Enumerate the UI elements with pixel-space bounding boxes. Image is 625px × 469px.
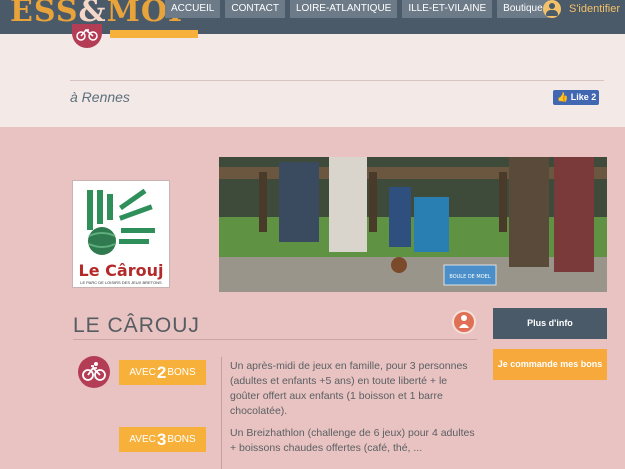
more-info-button[interactable]: Plus d'info bbox=[493, 308, 607, 339]
bike-icon bbox=[72, 24, 102, 48]
photo-sign-text: BOULE DE MOEL bbox=[449, 274, 490, 280]
bike-icon bbox=[78, 356, 110, 388]
offer-suffix: BONS bbox=[167, 367, 196, 378]
partner-logo-tagline: LE PARC DE LOISIRS DES JEUX BRETONS bbox=[80, 280, 162, 285]
offer-description: Un après-midi de jeux en famille, pour 3… bbox=[230, 360, 468, 417]
offer-prefix: AVEC bbox=[129, 434, 156, 445]
partner-logo-brand: Le Cârouj bbox=[78, 261, 164, 280]
partner-title: LE CÂROUJ bbox=[73, 314, 200, 337]
nav-item-boutique[interactable]: Boutique bbox=[497, 0, 549, 18]
nav-item-accueil[interactable]: ACCUEIL bbox=[165, 0, 221, 18]
offer-divider bbox=[221, 357, 222, 469]
offer-badge: AVEC 3 BONS bbox=[119, 427, 206, 452]
offer-suffix: BONS bbox=[167, 434, 196, 445]
offer-badge-partial bbox=[110, 30, 198, 38]
family-icon bbox=[452, 310, 476, 334]
thumbs-up-icon: 👍 bbox=[557, 92, 569, 102]
offer-badge: AVEC 2 BONS bbox=[119, 360, 206, 385]
offer-count: 2 bbox=[156, 362, 167, 382]
city-label: à Rennes bbox=[70, 89, 130, 105]
facebook-like-button[interactable]: 👍 Like 2 bbox=[553, 90, 599, 105]
partner-card: Le Cârouj LE PARC DE LOISIRS DES JEUX BR… bbox=[0, 127, 625, 469]
divider bbox=[70, 80, 604, 81]
nav-item-contact[interactable]: CONTACT bbox=[225, 0, 285, 18]
hand-logo-icon bbox=[87, 188, 155, 255]
partner-logo[interactable]: Le Cârouj LE PARC DE LOISIRS DES JEUX BR… bbox=[72, 180, 170, 288]
facebook-like-label: Like 2 bbox=[570, 92, 597, 102]
nav-item-loire-atlantique[interactable]: LOIRE-ATLANTIQUE bbox=[289, 0, 398, 18]
offer-prefix: AVEC bbox=[129, 367, 156, 378]
logo-text-left: ESS bbox=[10, 0, 79, 29]
offer-description: Un Breizhathlon (challenge de 6 jeux) po… bbox=[230, 427, 475, 454]
offer-count: 3 bbox=[156, 429, 167, 449]
login-label: S'identifier bbox=[569, 3, 621, 15]
nav-item-ille-et-vilaine[interactable]: ILLE-ET-VILAINE bbox=[402, 0, 493, 18]
order-vouchers-button[interactable]: Je commande mes bons bbox=[493, 349, 607, 380]
partner-photo: BOULE DE MOEL bbox=[219, 157, 607, 292]
title-underline bbox=[73, 339, 477, 340]
user-icon bbox=[543, 0, 561, 18]
login-link[interactable]: S'identifier bbox=[543, 0, 620, 18]
main-nav: ACCUEIL CONTACT LOIRE-ATLANTIQUE ILLE-ET… bbox=[165, 0, 549, 18]
